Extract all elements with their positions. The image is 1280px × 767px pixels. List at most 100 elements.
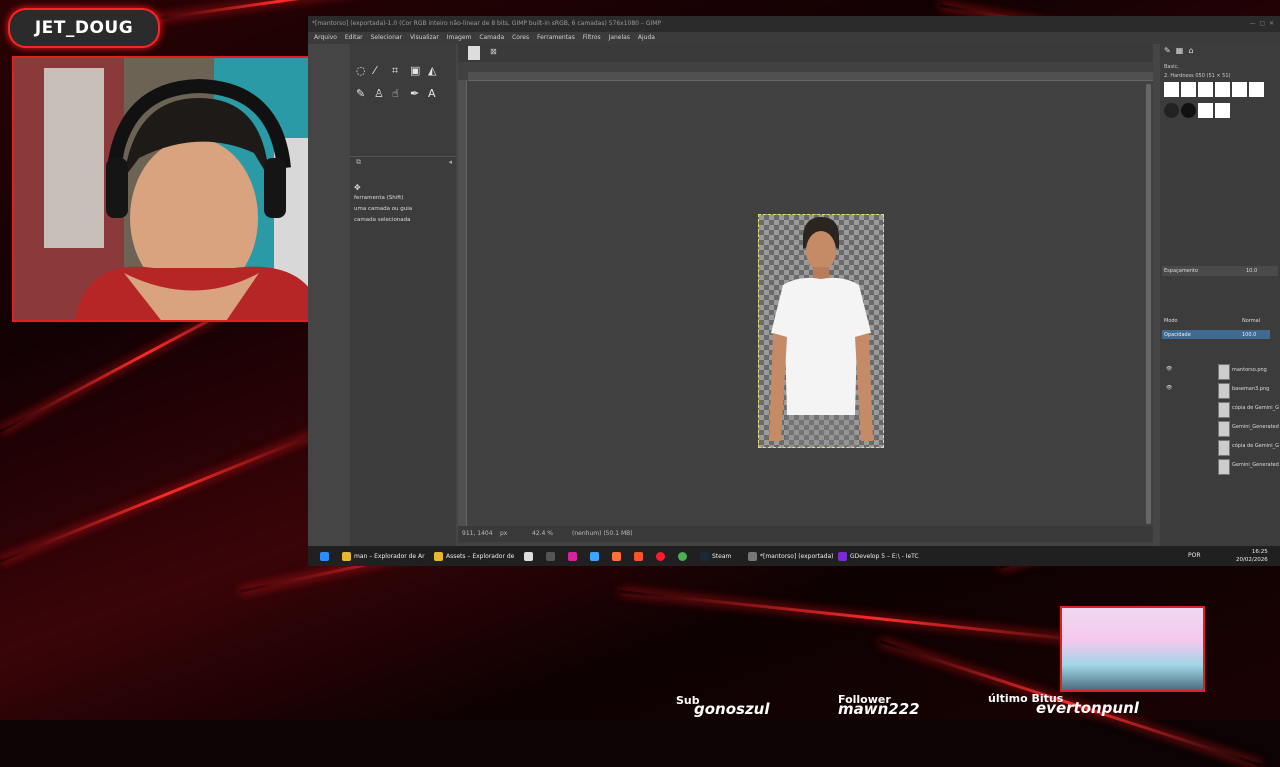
app-icon (546, 551, 555, 561)
status-info: (nenhum) (50.1 MB) (572, 530, 633, 537)
paths-tool-icon[interactable]: ✒ (410, 87, 428, 105)
patterns-tab-icon[interactable]: ▦ (1176, 46, 1184, 55)
streamer-name: JET_DOUG (8, 8, 160, 48)
taskbar-app[interactable] (634, 549, 643, 563)
text-tool-icon[interactable]: A (428, 87, 446, 105)
opacity-slider[interactable]: Opacidade 100.0 (1162, 330, 1270, 339)
menu-editar[interactable]: Editar (345, 32, 363, 44)
gimp-window: *[mantorso] (exportada)-1.0 (Cor RGB int… (308, 16, 1280, 566)
close-icon[interactable]: ⊠ (490, 47, 497, 56)
canvas-area[interactable]: ⊠ (458, 44, 1153, 554)
transform-tool-icon[interactable]: ▣ (410, 64, 428, 83)
tool-option-line[interactable]: camada selecionada (354, 215, 412, 226)
app-icon (590, 551, 599, 561)
menu-camada[interactable]: Camada (479, 32, 504, 44)
taskbar-item[interactable]: *[mantorso] (exportada) (748, 549, 833, 563)
brush-item[interactable] (1181, 82, 1196, 97)
window-title: *[mantorso] (exportada)-1.0 (Cor RGB int… (308, 16, 1280, 32)
chrome-icon (678, 551, 687, 561)
taskbar-item[interactable]: Steam (700, 549, 731, 563)
taskbar-item-label: man – Explorador de Ar (354, 552, 425, 560)
eye-icon[interactable]: 👁 (1166, 385, 1172, 391)
latest-follower: mawn222 (838, 700, 920, 718)
panel-menu-icon[interactable]: ◂ (448, 158, 452, 166)
brush-preset-select[interactable]: Basic, (1164, 64, 1179, 70)
brush-item[interactable] (1164, 82, 1179, 97)
fuzzy-select-icon[interactable]: ⁄ (374, 64, 392, 83)
layer-name: cópia de Gemini_G (1232, 405, 1280, 411)
layer-row[interactable]: 👁 baseman3.png (1160, 381, 1280, 399)
brush-item[interactable] (1249, 82, 1264, 97)
taskbar-item[interactable]: Assets – Explorador de (434, 549, 514, 563)
taskbar-app[interactable] (656, 549, 665, 563)
eye-icon[interactable]: 👁 (1166, 366, 1172, 372)
brush-item[interactable] (1181, 103, 1196, 118)
bucket-fill-icon[interactable]: ◭ (428, 64, 446, 83)
image-tab-thumbnail[interactable] (468, 46, 480, 60)
layer-row[interactable]: Gemini_Generated (1160, 419, 1280, 437)
layer-name: Gemini_Generated (1232, 462, 1279, 468)
taskbar-app[interactable] (678, 549, 687, 563)
layer-thumbnail (1218, 383, 1230, 399)
tool-option-line[interactable]: uma camada ou guia (354, 204, 412, 215)
windows-icon (320, 551, 329, 561)
fonts-tab-icon[interactable]: ⌂ (1188, 46, 1193, 55)
brush-item[interactable] (1215, 103, 1230, 118)
spacing-row[interactable]: Espaçamento 10.0 (1162, 266, 1278, 276)
window-controls[interactable]: — ▢ ✕ (1250, 16, 1274, 32)
menu-visualizar[interactable]: Visualizar (410, 32, 439, 44)
menu-janelas[interactable]: Janelas (609, 32, 630, 44)
menu-filtros[interactable]: Filtros (583, 32, 601, 44)
latest-bits: evertonpunl (1036, 699, 1139, 717)
layer-row[interactable]: cópia de Gemini_G (1160, 438, 1280, 456)
mode-select[interactable]: Normal (1242, 318, 1260, 324)
menu-ferramentas[interactable]: Ferramentas (537, 32, 575, 44)
smudge-tool-icon[interactable]: ☝ (392, 87, 410, 105)
window-title-text: *[mantorso] (exportada)-1.0 (Cor RGB int… (312, 20, 662, 27)
brush-item[interactable] (1215, 82, 1230, 97)
clock[interactable]: 16:25 20/02/2026 (1236, 548, 1268, 564)
spacing-label: Espaçamento (1164, 268, 1198, 274)
taskbar-app[interactable] (612, 549, 621, 563)
brushes-tab-icon[interactable]: ✎ (1164, 46, 1171, 55)
spacing-value[interactable]: 10.0 (1246, 268, 1257, 274)
brave-icon (634, 551, 643, 561)
layer-name: baseman3.png (1232, 386, 1270, 392)
tool-options-icon[interactable]: ⧉ (356, 158, 361, 167)
lasso-tool-icon[interactable]: ◌ (356, 64, 374, 83)
brush-item[interactable] (1164, 103, 1179, 118)
taskbar-item[interactable]: GDevelop 5 – E:\ - IeTC (838, 549, 919, 563)
zoom-select[interactable]: 42.4 % (532, 530, 553, 537)
layer-row[interactable]: 👁 mantorso.png (1160, 362, 1280, 380)
start-button[interactable] (320, 549, 329, 563)
taskbar: man – Explorador de Ar Assets – Explorad… (308, 546, 1280, 566)
taskbar-app[interactable] (590, 549, 599, 563)
taskbar-item[interactable]: man – Explorador de Ar (342, 549, 425, 563)
taskbar-app[interactable] (546, 549, 555, 563)
brush-grid[interactable] (1164, 82, 1276, 122)
menu-cores[interactable]: Cores (512, 32, 529, 44)
tool-option-line: ferramenta (Shift) (354, 195, 404, 201)
language-indicator[interactable]: POR (1188, 552, 1201, 559)
menu-arquivo[interactable]: Arquivo (314, 32, 337, 44)
crop-tool-icon[interactable]: ⌗ (392, 64, 410, 83)
brush-item[interactable] (1198, 82, 1213, 97)
brush-tool-icon[interactable]: ✎ (356, 87, 374, 105)
music-visualizer-panel (1060, 606, 1205, 692)
opacity-label: Opacidade (1164, 332, 1191, 338)
menu-imagem[interactable]: Imagem (447, 32, 472, 44)
layer-row[interactable]: cópia de Gemini_G (1160, 400, 1280, 418)
brush-item[interactable] (1232, 82, 1247, 97)
menu-selecionar[interactable]: Selecionar (371, 32, 402, 44)
stamp-tool-icon[interactable]: ♙ (374, 87, 392, 105)
vertical-scrollbar[interactable] (1146, 84, 1151, 524)
webcam-image (14, 58, 346, 320)
taskbar-app[interactable] (568, 549, 577, 563)
unit-select[interactable]: px (500, 530, 507, 537)
layer-row[interactable]: Gemini_Generated (1160, 457, 1280, 475)
taskbar-app[interactable] (524, 549, 533, 563)
brush-item[interactable] (1198, 103, 1213, 118)
opacity-value[interactable]: 100.0 (1242, 332, 1256, 338)
menu-ajuda[interactable]: Ajuda (638, 32, 655, 44)
image-canvas[interactable] (758, 214, 884, 448)
